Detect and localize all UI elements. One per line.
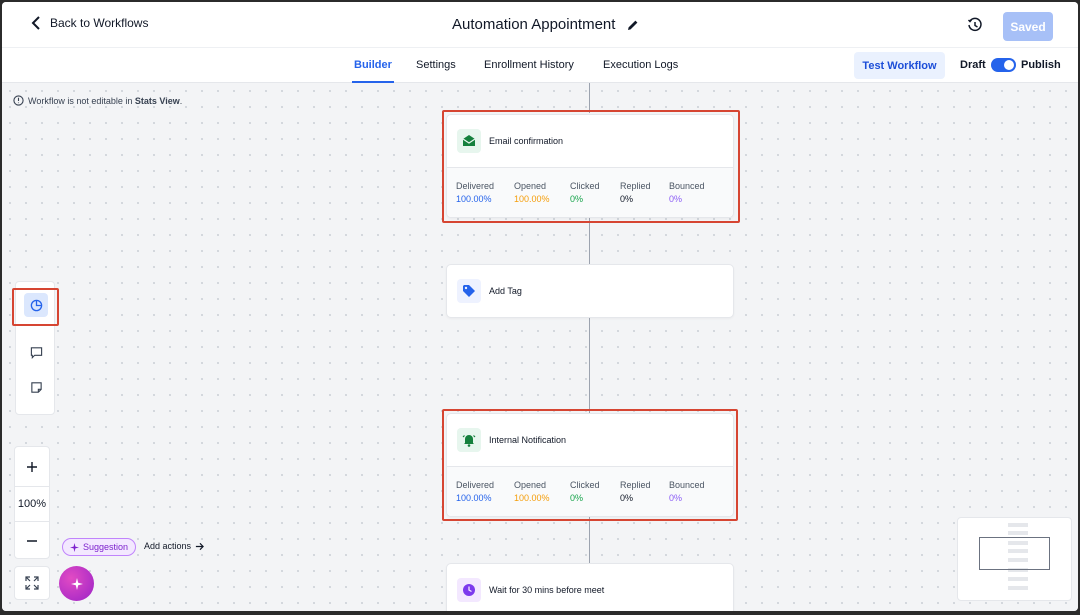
suggestion-badge[interactable]: Suggestion: [62, 538, 137, 556]
tab-enrollment-history[interactable]: Enrollment History: [484, 59, 574, 71]
notice-suffix: .: [179, 95, 183, 106]
chevron-left-icon: [31, 16, 40, 30]
sparkle-icon: [70, 577, 83, 590]
info-icon: [13, 95, 24, 106]
draft-label: Draft: [960, 59, 986, 71]
comment-button[interactable]: [24, 340, 48, 364]
sticky-note-icon: [30, 381, 42, 393]
saved-button[interactable]: Saved: [1003, 12, 1053, 41]
zoom-in-button[interactable]: [15, 455, 49, 479]
connector-line: [589, 317, 590, 413]
action-node-add-tag[interactable]: Add Tag: [446, 264, 734, 318]
zoom-controls: 100%: [14, 446, 50, 559]
notice-text: Workflow is not editable in: [28, 95, 135, 106]
workflow-title-group: Automation Appointment: [452, 16, 639, 33]
minimap-node: [1008, 586, 1028, 590]
tag-icon: [457, 279, 481, 303]
minimap[interactable]: [957, 517, 1072, 601]
sticky-note-button[interactable]: [24, 375, 48, 399]
tab-bar: Builder Settings Enrollment History Exec…: [2, 48, 1078, 83]
ai-assistant-button[interactable]: [59, 566, 94, 601]
test-workflow-button[interactable]: Test Workflow: [854, 52, 945, 79]
sparkle-icon: [70, 542, 79, 552]
minimap-node: [1008, 531, 1028, 535]
add-actions-link[interactable]: Add actions: [144, 541, 204, 551]
workflow-canvas[interactable]: Workflow is not editable in Stats View. …: [2, 83, 1078, 611]
minimap-viewport[interactable]: [979, 537, 1050, 570]
tab-execution-logs[interactable]: Execution Logs: [603, 59, 678, 71]
fit-view-button[interactable]: [14, 566, 50, 600]
page-title: Automation Appointment: [452, 16, 616, 33]
app-window: Back to Workflows Automation Appointment…: [2, 2, 1078, 611]
back-to-workflows-link[interactable]: Back to Workflows: [30, 16, 148, 30]
comment-icon: [30, 346, 42, 359]
publish-toggle[interactable]: [991, 58, 1016, 72]
highlight-box: [442, 110, 740, 223]
highlight-box: [442, 409, 738, 521]
zoom-out-button[interactable]: [15, 529, 49, 553]
highlight-box: [12, 288, 59, 326]
minus-icon: [27, 540, 37, 542]
tab-builder[interactable]: Builder: [352, 59, 394, 83]
node-title: Add Tag: [489, 286, 522, 296]
minimap-node: [1008, 577, 1028, 581]
zoom-level: 100%: [15, 486, 49, 522]
node-title: Wait for 30 mins before meet: [489, 585, 605, 595]
add-actions-label: Add actions: [144, 541, 192, 551]
clock-icon: [457, 578, 481, 602]
notice-strong: Stats View: [134, 95, 180, 106]
connector-line: [589, 217, 590, 265]
publish-label: Publish: [1021, 59, 1061, 71]
pencil-icon[interactable]: [627, 19, 639, 31]
expand-icon: [25, 576, 39, 590]
connector-line: [589, 83, 590, 113]
tab-settings[interactable]: Settings: [416, 59, 456, 71]
back-label: Back to Workflows: [50, 16, 149, 30]
suggestion-label: Suggestion: [83, 542, 129, 552]
action-node-wait[interactable]: Wait for 30 mins before meet: [446, 563, 734, 611]
connector-line: [589, 517, 590, 565]
top-header: Back to Workflows Automation Appointment…: [2, 2, 1078, 48]
history-clock-icon[interactable]: [967, 17, 983, 33]
arrow-right-icon: [195, 542, 204, 550]
stats-view-notice: Workflow is not editable in Stats View.: [13, 95, 182, 106]
plus-icon: [27, 462, 37, 472]
minimap-node: [1008, 523, 1028, 527]
